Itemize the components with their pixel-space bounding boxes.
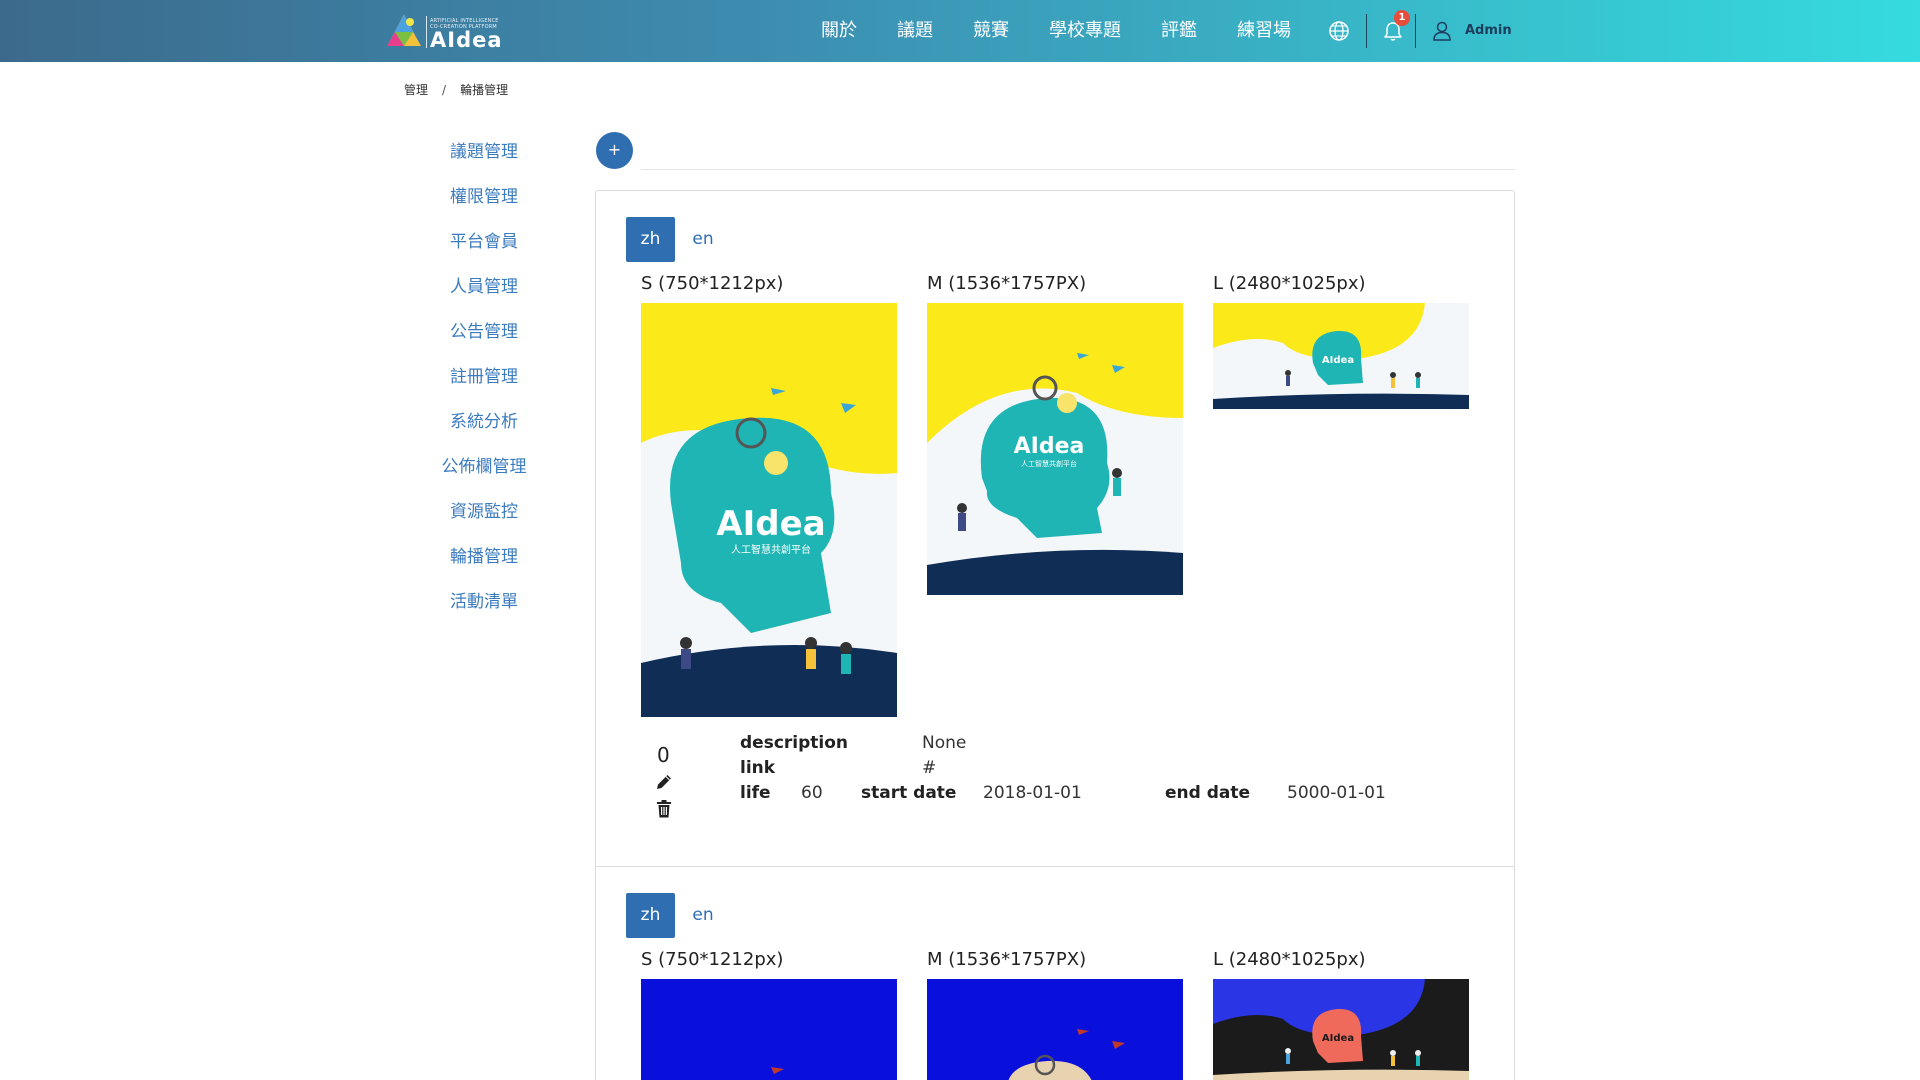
start-date-value: 2018-01-01 <box>983 783 1082 803</box>
banner-subtitle: 人工智慧共創平台 <box>1021 459 1077 468</box>
nav-divider <box>1415 14 1416 48</box>
nav-link-evaluation[interactable]: 評鑑 <box>1161 19 1197 43</box>
brand-logo[interactable]: ARTIFICIAL INTELLIGENCE CO-CREATION PLAT… <box>385 10 503 52</box>
tab-zh[interactable]: zh <box>626 893 675 938</box>
sidebar-item-events[interactable]: 活動清單 <box>404 591 564 613</box>
nav-link-school-projects[interactable]: 學校專題 <box>1049 19 1121 43</box>
banner-title: AIdea <box>1014 434 1085 459</box>
banner-image-large[interactable]: AIdea <box>1213 979 1469 1080</box>
toolbar-divider <box>641 169 1515 170</box>
banner-title: AIdea <box>1322 1033 1354 1044</box>
life-label: life <box>740 783 771 803</box>
nav-link-practice[interactable]: 練習場 <box>1237 19 1291 43</box>
top-navbar: ARTIFICIAL INTELLIGENCE CO-CREATION PLAT… <box>0 0 1920 62</box>
banner-title: AIdea <box>1322 355 1354 366</box>
sidebar-item-bulletin[interactable]: 公佈欄管理 <box>404 456 564 478</box>
breadcrumb-current: 輪播管理 <box>460 83 509 97</box>
link-value: # <box>922 758 937 778</box>
nav-link-topics[interactable]: 議題 <box>897 19 933 43</box>
banner-title: AIdea <box>716 504 825 544</box>
logo-mark-icon <box>387 14 421 46</box>
sidebar-item-carousel[interactable]: 輪播管理 <box>404 546 564 568</box>
banner-image-small[interactable] <box>641 979 897 1080</box>
banner-subtitle: 人工智慧共創平台 <box>731 543 811 556</box>
banner-image-medium[interactable] <box>927 979 1183 1080</box>
sidebar-item-topics[interactable]: 議題管理 <box>404 141 564 163</box>
trash-icon[interactable] <box>656 800 672 818</box>
nav-link-about[interactable]: 關於 <box>821 19 857 43</box>
link-label: link <box>740 758 776 778</box>
breadcrumb-root[interactable]: 管理 <box>404 82 428 98</box>
start-date-label: start date <box>861 783 957 803</box>
sidebar-item-analytics[interactable]: 系統分析 <box>404 411 564 433</box>
carousel-card: zh en S (750*1212px) M (1536*1757PX) L (… <box>596 867 1514 1080</box>
banner-image-small[interactable]: AIdea 人工智慧共創平台 <box>641 303 897 717</box>
user-icon[interactable] <box>1431 20 1453 42</box>
size-label-m: M (1536*1757PX) <box>927 273 1087 294</box>
carousel-card: zh en S (750*1212px) M (1536*1757PX) L (… <box>596 191 1514 866</box>
brand-name: AIdea <box>430 28 503 52</box>
banner-image-large[interactable]: AIdea <box>1213 303 1469 409</box>
carousel-order: 0 <box>657 743 670 767</box>
banner-image-medium[interactable]: AIdea 人工智慧共創平台 <box>927 303 1183 595</box>
size-label-s: S (750*1212px) <box>641 949 784 970</box>
description-label: description <box>740 733 849 753</box>
nav-divider <box>1366 14 1367 48</box>
user-name[interactable]: Admin <box>1465 23 1512 39</box>
end-date-value: 5000-01-01 <box>1287 783 1386 803</box>
size-label-l: L (2480*1025px) <box>1213 273 1366 294</box>
nav-link-competitions[interactable]: 競賽 <box>973 19 1009 43</box>
carousel-list: zh en S (750*1212px) M (1536*1757PX) L (… <box>595 190 1515 1080</box>
end-date-label: end date <box>1165 783 1251 803</box>
sidebar-item-permissions[interactable]: 權限管理 <box>404 186 564 208</box>
size-label-m: M (1536*1757PX) <box>927 949 1087 970</box>
size-label-s: S (750*1212px) <box>641 273 784 294</box>
tab-zh[interactable]: zh <box>626 217 675 262</box>
logo-divider <box>426 16 427 48</box>
sidebar-item-registration[interactable]: 註冊管理 <box>404 366 564 388</box>
tab-en[interactable]: en <box>681 217 725 262</box>
sidebar-item-members[interactable]: 平台會員 <box>404 231 564 253</box>
breadcrumb-separator: / <box>442 83 447 97</box>
life-value: 60 <box>801 783 823 803</box>
pencil-icon[interactable] <box>655 773 673 791</box>
sidebar-item-resources[interactable]: 資源監控 <box>404 501 564 523</box>
sidebar-item-announcements[interactable]: 公告管理 <box>404 321 564 343</box>
size-label-l: L (2480*1025px) <box>1213 949 1366 970</box>
description-value: None <box>922 733 967 753</box>
notification-badge: 1 <box>1394 10 1410 26</box>
globe-icon[interactable] <box>1328 20 1350 42</box>
sidebar-item-staff[interactable]: 人員管理 <box>404 276 564 298</box>
breadcrumb: 管理 / 輪播管理 <box>404 82 508 98</box>
tab-en[interactable]: en <box>681 893 725 938</box>
add-carousel-button[interactable]: + <box>596 132 633 169</box>
